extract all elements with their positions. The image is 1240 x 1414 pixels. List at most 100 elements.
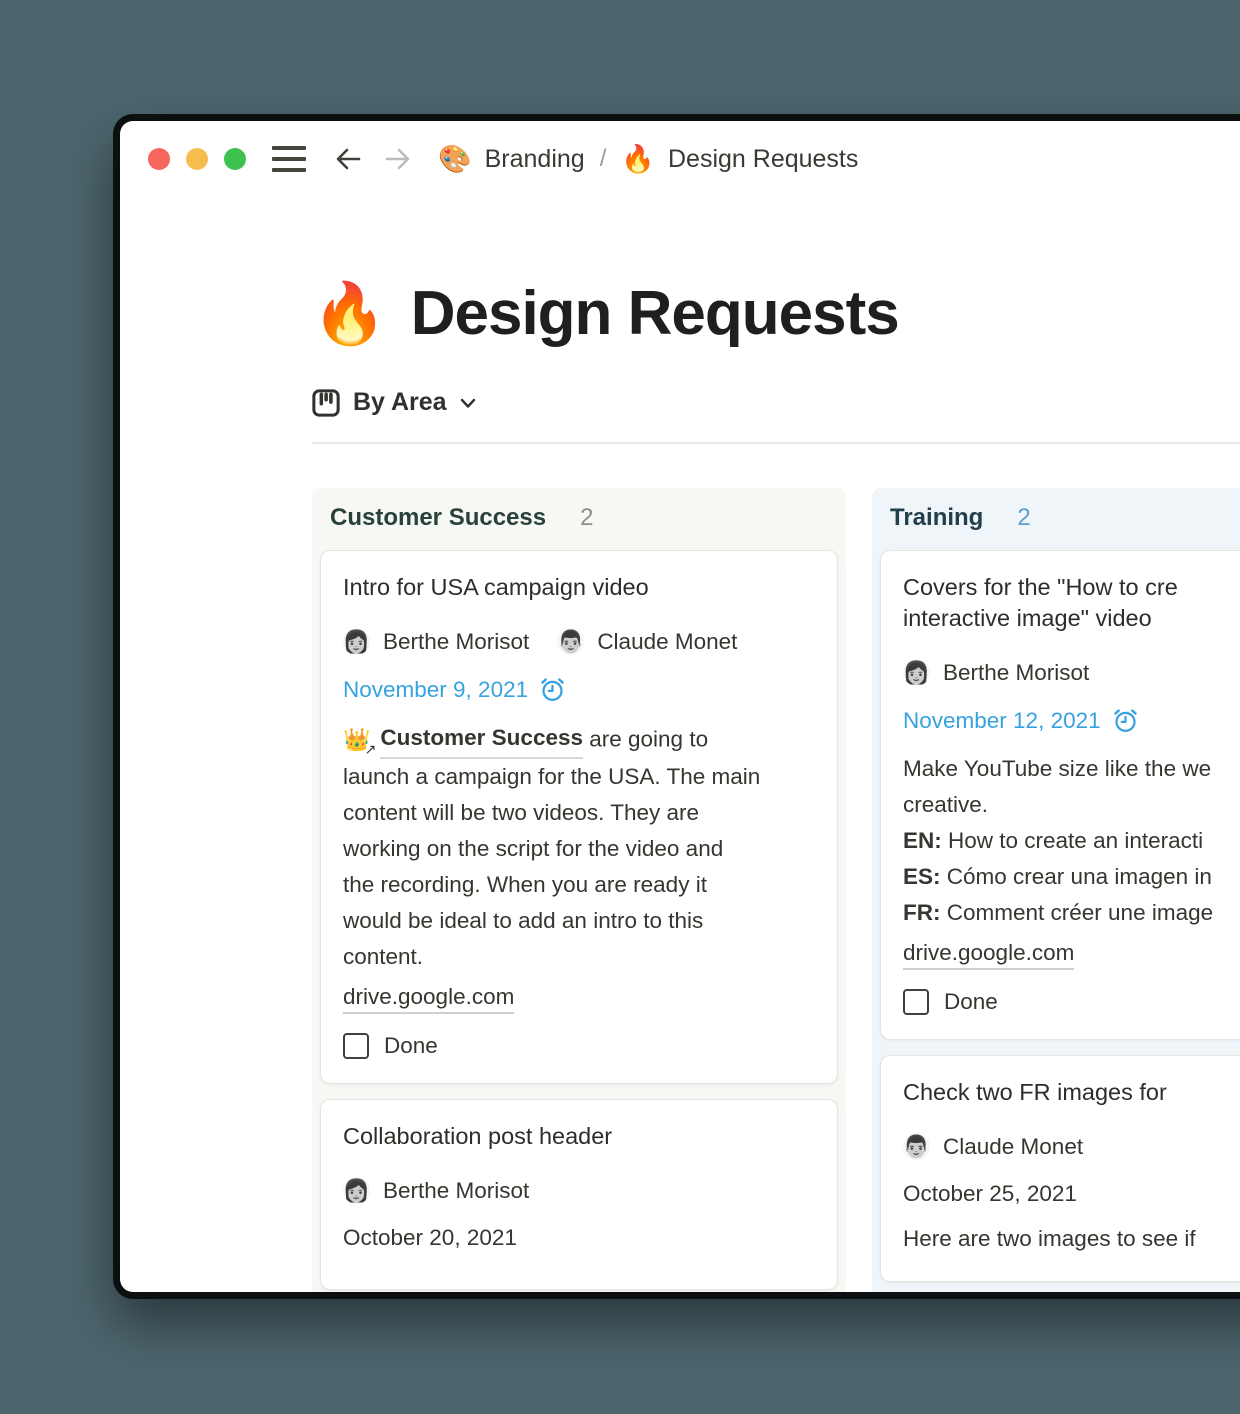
- body-line: ES: Cómo crear una imagen in: [903, 864, 1212, 890]
- page-title-text: Design Requests: [410, 279, 900, 348]
- card-covers-interactive-image-video[interactable]: Covers for the "How to cre interactive i…: [880, 550, 1240, 1041]
- card-body: Make YouTube size like the we creative. …: [903, 751, 1240, 931]
- person: 👨 Claude Monet: [557, 628, 738, 656]
- card-title: Check two FR images for: [903, 1079, 1167, 1106]
- breadcrumb-label: Branding: [484, 144, 585, 173]
- person-name: Berthe Morisot: [943, 659, 1090, 685]
- body-line: content will be two videos. They are: [343, 800, 700, 826]
- person: 👩 Berthe Morisot: [343, 628, 530, 656]
- alarm-clock-icon: [1113, 709, 1137, 733]
- column-header: Training 2: [880, 488, 1240, 550]
- date-text: November 9, 2021: [343, 676, 529, 702]
- fire-icon: 🔥: [621, 144, 655, 174]
- breadcrumb-separator: /: [599, 145, 607, 172]
- body-line: the recording. When you are ready it: [343, 872, 707, 898]
- traffic-lights: [148, 148, 246, 170]
- page-title: 🔥 Design Requests: [312, 281, 1240, 346]
- breadcrumb-item-branding[interactable]: 🎨 Branding: [438, 143, 585, 175]
- close-window-button[interactable]: [148, 148, 170, 170]
- person-name: Berthe Morisot: [383, 628, 530, 654]
- avatar: 👨: [557, 628, 585, 656]
- crown-icon: 👑 ↗: [343, 726, 377, 757]
- card-date: November 9, 2021: [343, 676, 815, 703]
- person-name: Berthe Morisot: [383, 1177, 530, 1203]
- body-line: EN: How to create an interacti: [903, 828, 1204, 854]
- column-header: Customer Success 2: [320, 488, 838, 550]
- view-selector-label: By Area: [353, 388, 447, 417]
- avatar: 👩: [903, 659, 930, 687]
- card-date: October 20, 2021: [343, 1225, 815, 1251]
- window-topbar: 🎨 Branding / 🔥 Design Requests: [120, 121, 1240, 197]
- body-line: working on the script for the video and: [343, 836, 724, 862]
- body-line: launch a campaign for the USA. The main: [343, 764, 761, 790]
- card-date: October 25, 2021: [903, 1181, 1240, 1207]
- card-people: 👩 Berthe Morisot: [903, 659, 1240, 687]
- divider: [312, 442, 1240, 445]
- page-mention[interactable]: 👑 ↗ Customer Success: [343, 720, 583, 760]
- board-view-icon: [312, 388, 340, 417]
- column-name: Training: [890, 504, 984, 532]
- date-text: October 20, 2021: [343, 1225, 517, 1251]
- person-name: Claude Monet: [943, 1133, 1084, 1159]
- person: 👨 Claude Monet: [903, 1133, 1084, 1161]
- back-icon[interactable]: [332, 144, 364, 174]
- forward-icon[interactable]: [382, 144, 414, 174]
- view-selector[interactable]: By Area: [312, 388, 1240, 417]
- column-training: Training 2 Covers for the "How to cre in…: [872, 488, 1240, 1292]
- body-line: would be ideal to add an intro to this: [343, 908, 704, 934]
- column-name: Customer Success: [330, 504, 547, 532]
- breadcrumb-label: Design Requests: [668, 144, 859, 173]
- body-line: Here are two images to see if: [903, 1226, 1196, 1252]
- person-name: Claude Monet: [597, 628, 738, 654]
- body-line: Make YouTube size like the we: [903, 756, 1212, 782]
- card-body: Here are two images to see if: [903, 1221, 1240, 1257]
- chevron-down-icon: [457, 392, 479, 414]
- breadcrumb: 🎨 Branding / 🔥 Design Requests: [438, 143, 858, 175]
- card-people: 👩 Berthe Morisot: [343, 1177, 815, 1205]
- date-text: November 12, 2021: [903, 707, 1101, 733]
- app-window-content: 🎨 Branding / 🔥 Design Requests 🔥 Design …: [120, 121, 1240, 1292]
- card-people: 👩 Berthe Morisot 👨 Claude Monet: [343, 628, 815, 656]
- person: 👩 Berthe Morisot: [903, 659, 1090, 687]
- body-line: content.: [343, 944, 424, 970]
- todo-label: Done: [384, 1033, 438, 1059]
- done-checkbox[interactable]: [343, 1033, 369, 1060]
- card-collaboration-post-header[interactable]: Collaboration post header 👩 Berthe Moris…: [320, 1099, 838, 1291]
- fire-icon: 🔥: [312, 279, 387, 347]
- todo-row: Done: [343, 1033, 815, 1060]
- column-count: 2: [1017, 504, 1031, 532]
- todo-row: Done: [903, 989, 1240, 1016]
- card-date: November 12, 2021: [903, 707, 1240, 734]
- minimize-window-button[interactable]: [186, 148, 208, 170]
- breadcrumb-item-design-requests[interactable]: 🔥 Design Requests: [621, 143, 858, 175]
- avatar: 👩: [343, 1177, 370, 1205]
- desktop-background: 🎨 Branding / 🔥 Design Requests 🔥 Design …: [0, 0, 1240, 1414]
- body-line: creative.: [903, 792, 989, 818]
- app-window: 🎨 Branding / 🔥 Design Requests 🔥 Design …: [113, 114, 1240, 1299]
- card-check-two-fr-images[interactable]: Check two FR images for 👨 Claude Monet O…: [880, 1055, 1240, 1283]
- date-text: October 25, 2021: [903, 1181, 1077, 1207]
- avatar: 👨: [903, 1133, 930, 1161]
- palette-icon: 🎨: [438, 144, 472, 174]
- menu-icon[interactable]: [272, 146, 306, 172]
- mention-label: Customer Success: [380, 720, 583, 760]
- card-people: 👨 Claude Monet: [903, 1133, 1240, 1161]
- card-body: 👑 ↗ Customer Success are going to launch…: [343, 720, 815, 975]
- alarm-clock-icon: [541, 678, 564, 702]
- link-arrow-icon: ↗: [364, 740, 377, 757]
- card-intro-usa-campaign[interactable]: Intro for USA campaign video 👩 Berthe Mo…: [320, 550, 838, 1085]
- card-title: Collaboration post header: [343, 1123, 613, 1150]
- page-content: 🔥 Design Requests By Area Customer Succe…: [120, 281, 1240, 1292]
- card-title: Intro for USA campaign video: [343, 574, 649, 601]
- avatar: 👩: [343, 628, 370, 656]
- kanban-board: Customer Success 2 Intro for USA campaig…: [312, 488, 1240, 1292]
- person: 👩 Berthe Morisot: [343, 1177, 530, 1205]
- body-line: FR: Comment créer une image: [903, 900, 1214, 926]
- zoom-window-button[interactable]: [224, 148, 246, 170]
- drive-link[interactable]: drive.google.com: [343, 984, 515, 1015]
- body-line: are going to: [583, 726, 709, 752]
- drive-link[interactable]: drive.google.com: [903, 940, 1075, 971]
- done-checkbox[interactable]: [903, 989, 929, 1016]
- todo-label: Done: [944, 989, 998, 1015]
- column-customer-success: Customer Success 2 Intro for USA campaig…: [312, 488, 846, 1292]
